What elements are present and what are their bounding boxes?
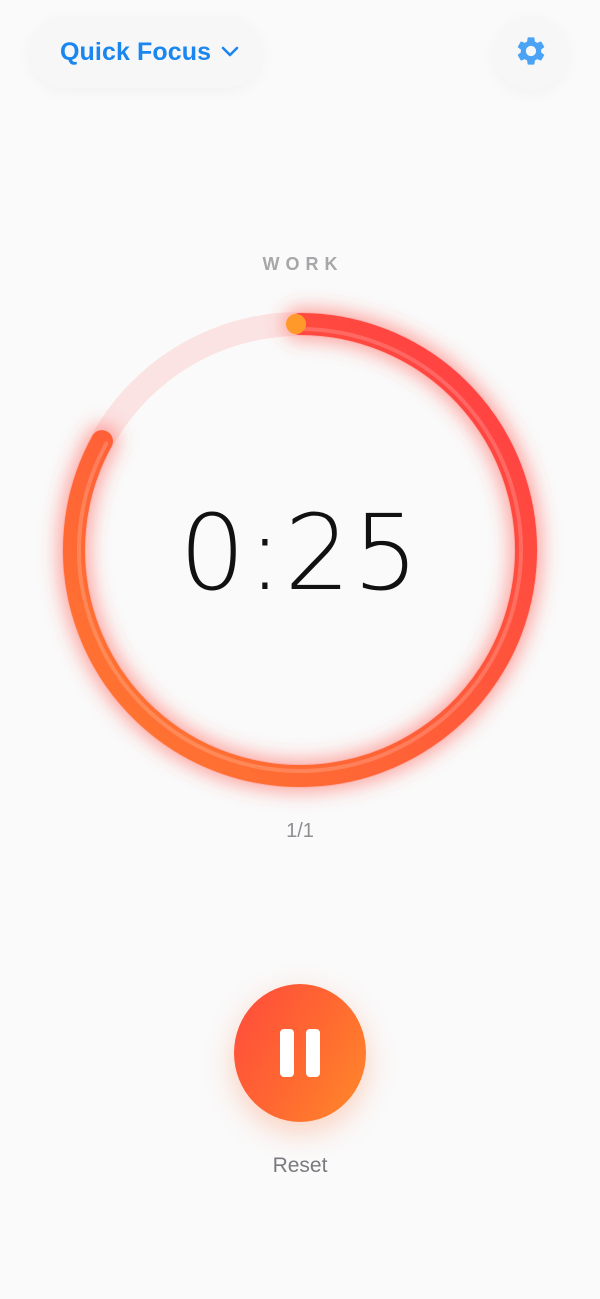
- preset-selector[interactable]: Quick Focus: [30, 16, 262, 88]
- pause-bar-left: [280, 1029, 294, 1077]
- time-readout: 0:25: [179, 492, 421, 614]
- preset-label: Quick Focus: [60, 37, 212, 66]
- timer-screen: Quick Focus WORK 0:25 1/1 Reset: [0, 0, 600, 1299]
- pause-bar-right: [306, 1029, 320, 1077]
- ring-start-marker: [286, 314, 306, 334]
- chevron-down-icon: [221, 46, 239, 58]
- pause-icon: [280, 1029, 320, 1077]
- round-counter: 1/1: [286, 820, 314, 842]
- reset-button[interactable]: Reset: [0, 1154, 600, 1178]
- settings-button[interactable]: [494, 16, 568, 90]
- pause-button[interactable]: [234, 984, 366, 1122]
- gear-icon: [514, 34, 548, 73]
